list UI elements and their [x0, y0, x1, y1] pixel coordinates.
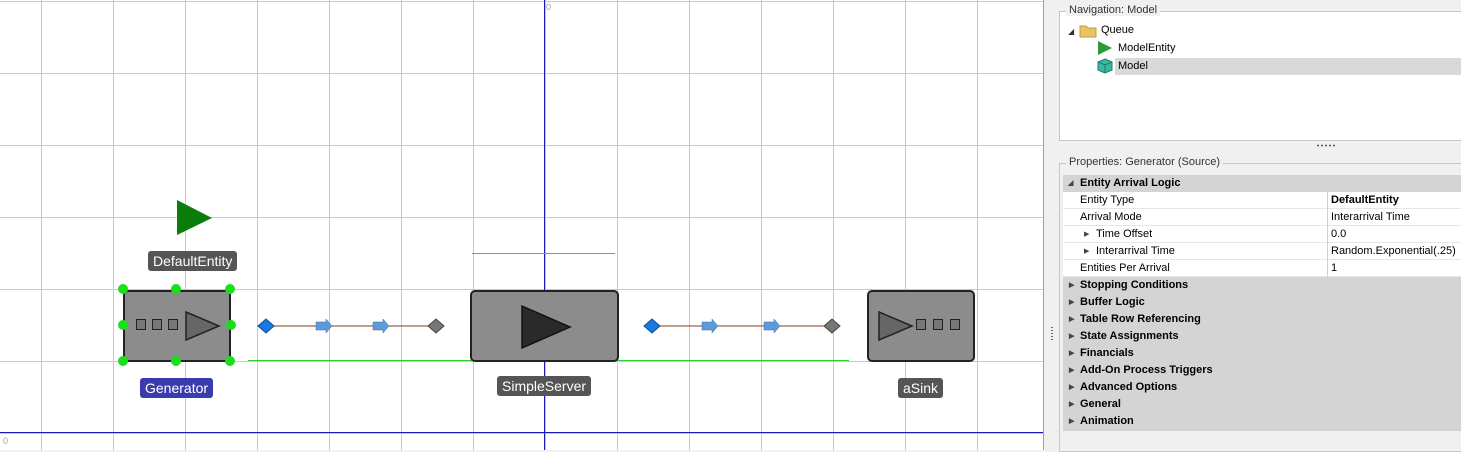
expand-triangle-icon: ▶ [1069, 282, 1075, 289]
category-advanced-options[interactable]: ▶ Advanced Options [1063, 379, 1461, 396]
sink[interactable] [867, 290, 975, 362]
queue-slot-icon [152, 319, 162, 330]
navigation-title: Navigation: Model [1066, 4, 1161, 16]
expand-triangle-icon: ▶ [1069, 384, 1075, 391]
expand-triangle-icon: ▶ [1069, 401, 1075, 408]
splitter-grip-icon [1051, 327, 1053, 341]
model-cube-icon [1097, 58, 1113, 74]
expand-triangle-icon: ▶ [1069, 418, 1075, 425]
tree-item-queue[interactable]: Queue [1099, 22, 1136, 39]
property-value[interactable]: Interarrival Time [1327, 209, 1461, 226]
property-row-entities-per-arrival[interactable]: Entities Per Arrival 1 [1063, 260, 1461, 277]
category-general[interactable]: ▶ General [1063, 396, 1461, 413]
horizontal-splitter-grip-icon[interactable] [1316, 144, 1336, 147]
path-connector-2[interactable] [642, 316, 842, 336]
folder-icon [1079, 25, 1097, 38]
expand-collapse-icon[interactable]: ◢ [1068, 27, 1074, 36]
play-arrow-icon [878, 311, 914, 341]
expand-triangle-icon: ▶ [1069, 367, 1075, 374]
tree-item-model[interactable]: Model [1115, 58, 1461, 75]
property-row-interarrival-time[interactable]: ▶ Interarrival Time Random.Exponential(.… [1063, 243, 1461, 260]
queue-slot-icon [950, 319, 960, 330]
entity-label[interactable]: DefaultEntity [148, 251, 238, 271]
expand-triangle-icon: ▶ [1069, 299, 1075, 306]
tree-item-label: Model [1118, 60, 1148, 72]
property-value[interactable]: Random.Exponential(.25) [1327, 243, 1461, 260]
sink-label[interactable]: aSink [898, 378, 944, 398]
resize-handle[interactable] [118, 320, 128, 330]
property-row-time-offset[interactable]: ▶ Time Offset 0.0 [1063, 226, 1461, 243]
path-connector-1[interactable] [256, 316, 446, 336]
play-arrow-icon [185, 311, 221, 341]
server-queue-line [472, 253, 615, 254]
tree-item-modelentity[interactable]: ModelEntity [1116, 40, 1177, 57]
server-label[interactable]: SimpleServer [497, 376, 592, 396]
property-value[interactable]: DefaultEntity [1327, 192, 1461, 209]
play-arrow-icon [521, 304, 572, 350]
tree-item-label: ModelEntity [1118, 42, 1176, 54]
expand-triangle-icon: ▶ [1069, 350, 1075, 357]
vertical-splitter[interactable] [1044, 0, 1060, 450]
resize-handle[interactable] [226, 320, 236, 330]
property-description-area [1063, 430, 1461, 451]
category-buffer-logic[interactable]: ▶ Buffer Logic [1063, 294, 1461, 311]
expand-triangle-icon: ▶ [1069, 333, 1075, 340]
resize-handle[interactable] [118, 356, 128, 366]
resize-handle[interactable] [225, 356, 235, 366]
property-value[interactable]: 1 [1327, 260, 1461, 277]
generator-label[interactable]: Generator [140, 378, 214, 398]
collapse-triangle-icon: ◢ [1068, 180, 1074, 187]
expand-triangle-icon[interactable]: ▶ [1084, 226, 1089, 243]
simple-server[interactable] [470, 290, 619, 362]
property-row-entity-type[interactable]: Entity Type DefaultEntity [1063, 192, 1461, 209]
category-table-row-referencing[interactable]: ▶ Table Row Referencing [1063, 311, 1461, 328]
category-animation[interactable]: ▶ Animation [1063, 413, 1461, 430]
axis-origin-label-left: 0 [3, 436, 9, 446]
resize-handle[interactable] [171, 284, 181, 294]
default-entity-icon[interactable] [176, 199, 214, 237]
expand-triangle-icon[interactable]: ▶ [1084, 243, 1089, 260]
category-entity-arrival-logic[interactable]: ◢ Entity Arrival Logic [1063, 175, 1461, 192]
x-axis-line [0, 432, 1043, 433]
resize-handle[interactable] [118, 284, 128, 294]
facility-canvas[interactable]: 0 0 DefaultEntity Generator SimpleServer… [0, 0, 1044, 450]
axis-origin-label-top: 0 [546, 2, 552, 12]
generator-output-line [248, 360, 472, 361]
queue-slot-icon [136, 319, 146, 330]
queue-slot-icon [916, 319, 926, 330]
tree-item-label: Queue [1101, 24, 1135, 36]
entity-triangle-icon [1098, 41, 1112, 55]
properties-title: Properties: Generator (Source) [1066, 156, 1224, 168]
property-row-arrival-mode[interactable]: Arrival Mode Interarrival Time [1063, 209, 1461, 226]
server-output-line [617, 360, 849, 361]
generator-source[interactable] [123, 290, 231, 362]
resize-handle[interactable] [171, 356, 181, 366]
property-value[interactable]: 0.0 [1327, 226, 1461, 243]
resize-handle[interactable] [225, 284, 235, 294]
category-stopping-conditions[interactable]: ▶ Stopping Conditions [1063, 277, 1461, 294]
category-financials[interactable]: ▶ Financials [1063, 345, 1461, 362]
expand-triangle-icon: ▶ [1069, 316, 1075, 323]
category-state-assignments[interactable]: ▶ State Assignments [1063, 328, 1461, 345]
queue-slot-icon [168, 319, 178, 330]
category-add-on-process-triggers[interactable]: ▶ Add-On Process Triggers [1063, 362, 1461, 379]
queue-slot-icon [933, 319, 943, 330]
